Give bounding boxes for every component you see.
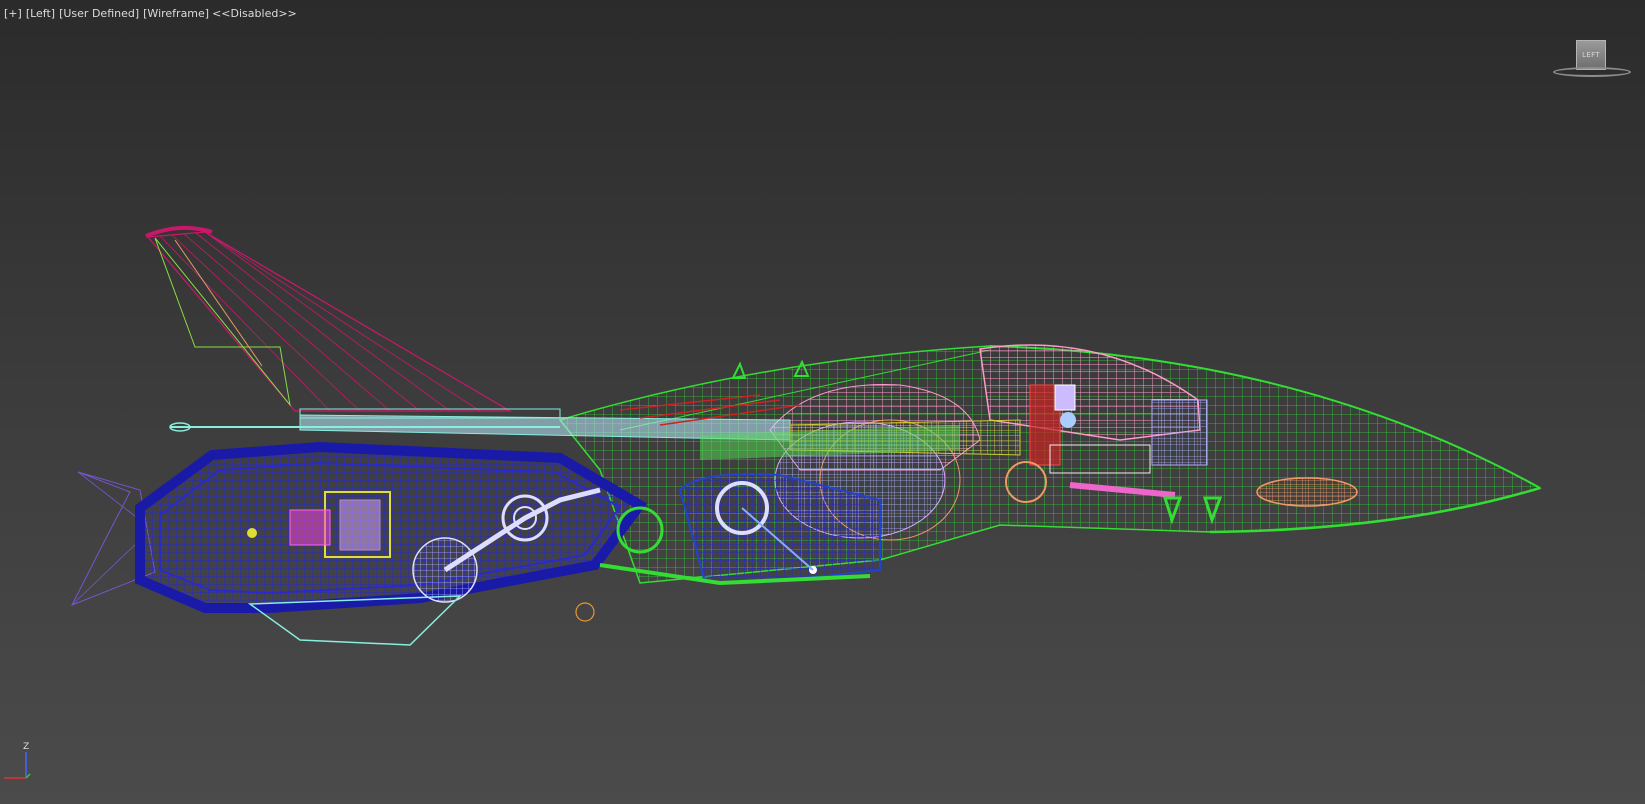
radar-dish[interactable]	[1256, 477, 1358, 507]
tail-fin[interactable]	[145, 225, 513, 412]
pivot-marker[interactable]	[575, 602, 595, 622]
wireframe-scene	[70, 225, 1542, 646]
axis-z-label: Z	[23, 742, 30, 752]
axis-tripod: Z	[0, 742, 40, 782]
axis-tripod-icon	[4, 752, 31, 779]
viewport-left[interactable]: [+] [Left] [User Defined] [Wireframe] <<…	[0, 0, 1645, 804]
engine-nacelle[interactable]	[135, 441, 664, 613]
